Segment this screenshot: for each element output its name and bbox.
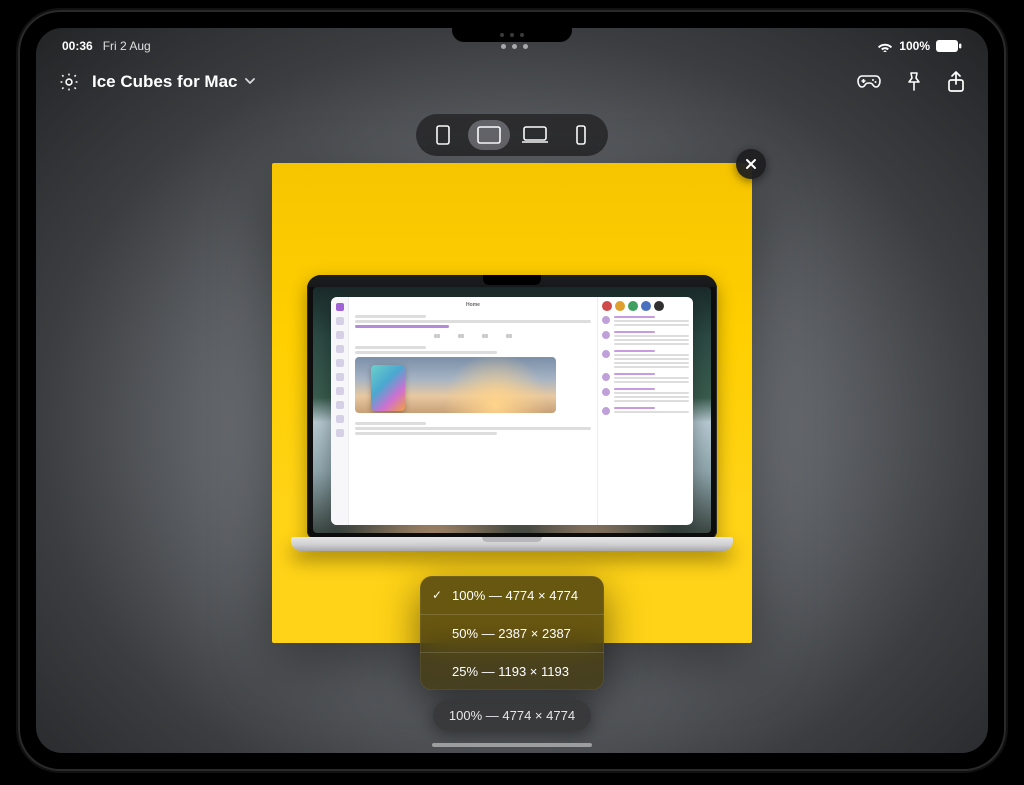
wifi-icon [877, 40, 893, 52]
app-window: Home [331, 297, 693, 525]
device-ipad-portrait[interactable] [422, 120, 464, 150]
gear-icon[interactable] [58, 71, 80, 93]
device-mac[interactable] [514, 120, 556, 150]
nav-bar: Ice Cubes for Mac [36, 62, 988, 102]
size-option-25[interactable]: 25% — 1193 × 1193 [420, 652, 604, 690]
device-ipad-landscape[interactable] [468, 120, 510, 150]
document-title[interactable]: Ice Cubes for Mac [92, 72, 256, 92]
share-icon[interactable] [946, 70, 966, 94]
size-menu: ✓ 100% — 4774 × 4774 50% — 2387 × 2387 2… [420, 576, 604, 690]
size-option-50[interactable]: 50% — 2387 × 2387 [420, 614, 604, 652]
app-sidebar [331, 297, 349, 525]
screen: 00:36 Fri 2 Aug 100% [36, 28, 988, 753]
size-pill[interactable]: 100% — 4774 × 4774 [433, 700, 591, 731]
title-text: Ice Cubes for Mac [92, 72, 238, 92]
gamepad-icon[interactable] [856, 72, 882, 92]
device-iphone[interactable] [560, 120, 602, 150]
macbook-mockup: Home [307, 275, 717, 551]
pin-icon[interactable] [904, 71, 924, 93]
mockup-canvas[interactable]: Home [272, 163, 752, 643]
battery-icon [936, 40, 962, 52]
home-indicator[interactable] [432, 743, 592, 747]
status-bar: 00:36 Fri 2 Aug 100% [36, 34, 988, 58]
size-option-100[interactable]: ✓ 100% — 4774 × 4774 [420, 576, 604, 614]
device-picker [416, 114, 608, 156]
ipad-frame: 00:36 Fri 2 Aug 100% [18, 10, 1006, 771]
multitasking-dots[interactable] [501, 44, 528, 49]
app-header: Home [466, 302, 480, 308]
status-date: Fri 2 Aug [103, 39, 151, 53]
checkmark-icon: ✓ [430, 588, 444, 602]
status-time: 00:36 [62, 39, 93, 53]
close-icon[interactable] [736, 149, 766, 179]
chevron-down-icon [244, 72, 256, 92]
battery-percent: 100% [899, 39, 930, 53]
